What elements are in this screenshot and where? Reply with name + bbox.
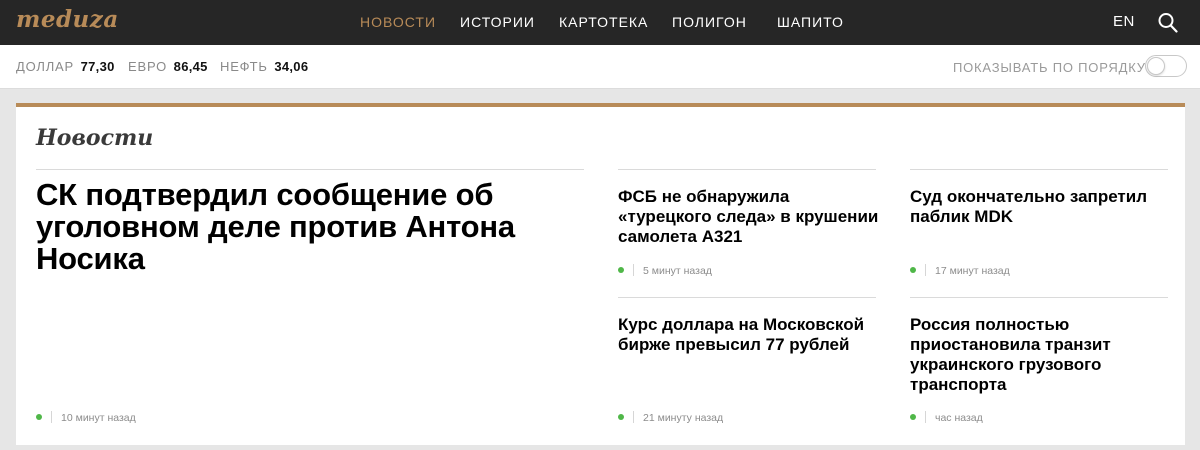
- story-headline[interactable]: Курс доллара на Московской бирже превыси…: [618, 315, 880, 355]
- fresh-dot: [36, 414, 42, 420]
- meta-divider: [51, 411, 52, 423]
- rate-oil: НЕФТЬ 34,06: [220, 59, 308, 74]
- news-section: Новости СК подтвердил сообщение об уголо…: [16, 103, 1185, 445]
- top-nav-bar: meduza НОВОСТИ ИСТОРИИ КАРТОТЕКА ПОЛИГОН…: [0, 0, 1200, 45]
- section-title: Новости: [36, 125, 154, 151]
- rate-eur: ЕВРО 86,45: [128, 59, 208, 74]
- rate-oil-value: 34,06: [274, 59, 309, 74]
- rate-usd-value: 77,30: [80, 59, 115, 74]
- fresh-dot: [910, 267, 916, 273]
- nav-item-cards[interactable]: КАРТОТЕКА: [559, 14, 648, 30]
- rate-oil-label: НЕФТЬ: [220, 59, 268, 74]
- rate-usd-label: ДОЛЛАР: [16, 59, 74, 74]
- story-time: час назад: [935, 412, 983, 424]
- main-nav: НОВОСТИ ИСТОРИИ КАРТОТЕКА ПОЛИГОН ШАПИТО: [0, 14, 1200, 34]
- story-headline[interactable]: ФСБ не обнаружила «турецкого следа» в кр…: [618, 187, 880, 247]
- fresh-dot: [618, 414, 624, 420]
- rates-bar: ДОЛЛАР 77,30 ЕВРО 86,45 НЕФТЬ 34,06 ПОКА…: [0, 45, 1200, 89]
- story-time: 21 минуту назад: [643, 412, 724, 424]
- main-story-headline[interactable]: СК подтвердил сообщение об уголовном дел…: [36, 179, 576, 275]
- main-story-time: 10 минут назад: [61, 412, 136, 424]
- divider: [910, 297, 1168, 298]
- meta-divider: [633, 411, 634, 423]
- toggle-knob: [1147, 57, 1165, 75]
- language-switch[interactable]: EN: [1113, 13, 1135, 30]
- divider: [36, 169, 584, 170]
- story-meta: 5 минут назад: [618, 264, 712, 277]
- rate-eur-label: ЕВРО: [128, 59, 168, 74]
- main-story-meta: 10 минут назад: [36, 411, 136, 424]
- meta-divider: [633, 264, 634, 276]
- story-meta: 21 минуту назад: [618, 411, 723, 424]
- divider: [618, 169, 876, 170]
- story-headline[interactable]: Россия полностью приостановила транзит у…: [910, 315, 1172, 395]
- story-time: 17 минут назад: [935, 265, 1010, 277]
- fresh-dot: [910, 414, 916, 420]
- show-in-order-label: ПОКАЗЫВАТЬ ПО ПОРЯДКУ: [953, 60, 1146, 75]
- meta-divider: [925, 264, 926, 276]
- nav-item-stories[interactable]: ИСТОРИИ: [460, 14, 535, 30]
- nav-item-news[interactable]: НОВОСТИ: [360, 14, 436, 30]
- search-icon[interactable]: [1158, 12, 1178, 34]
- show-in-order-toggle[interactable]: [1145, 55, 1187, 77]
- story-time: 5 минут назад: [643, 265, 712, 277]
- story-meta: 17 минут назад: [910, 264, 1010, 277]
- meta-divider: [925, 411, 926, 423]
- fresh-dot: [618, 267, 624, 273]
- nav-item-shapito[interactable]: ШАПИТО: [777, 14, 844, 30]
- nav-item-polygon[interactable]: ПОЛИГОН: [672, 14, 747, 30]
- story-meta: час назад: [910, 411, 983, 424]
- divider: [618, 297, 876, 298]
- rate-usd: ДОЛЛАР 77,30: [16, 59, 115, 74]
- rate-eur-value: 86,45: [173, 59, 208, 74]
- divider: [910, 169, 1168, 170]
- story-headline[interactable]: Суд окончательно запретил паблик MDK: [910, 187, 1172, 227]
